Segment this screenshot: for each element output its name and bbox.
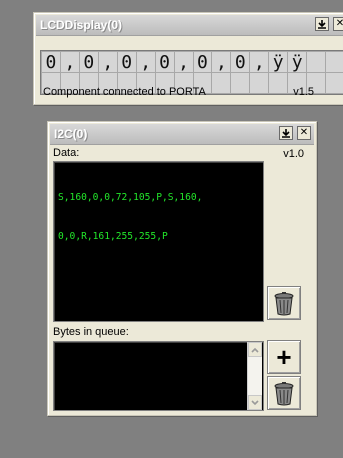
- close-button[interactable]: ✕: [297, 126, 311, 140]
- queue-scrollbar[interactable]: [247, 342, 262, 410]
- lcd-cell: 0: [231, 52, 250, 72]
- pin-arrow-icon: [318, 20, 326, 29]
- lcd-display-window: LCDDisplay(0) ✕ 0,0,0,0,0,0,ÿÿ Component…: [33, 12, 343, 105]
- chevron-up-icon: [251, 347, 259, 353]
- clear-queue-button[interactable]: [267, 376, 301, 410]
- scroll-down-button[interactable]: [248, 395, 262, 410]
- lcd-titlebar[interactable]: LCDDisplay(0) ✕: [36, 15, 343, 36]
- lcd-cell: ,: [212, 52, 231, 72]
- lcd-status: Component connected to PORTA: [43, 86, 206, 98]
- lcd-cell: ,: [174, 52, 193, 72]
- close-button[interactable]: ✕: [333, 17, 343, 31]
- i2c-window-title: I2C(0): [54, 127, 88, 141]
- pin-arrow-icon: [282, 129, 290, 138]
- lcd-cell: ,: [98, 52, 117, 72]
- chevron-down-icon: [251, 400, 259, 406]
- data-terminal[interactable]: S,160,0,0,72,105,P,S,160, 0,0,R,161,255,…: [53, 161, 264, 322]
- lcd-cell: [269, 73, 288, 93]
- plus-icon: +: [276, 342, 292, 372]
- pin-button[interactable]: [315, 17, 329, 31]
- data-label: Data:: [53, 147, 80, 159]
- lcd-cell: [326, 73, 343, 93]
- scroll-up-button[interactable]: [248, 342, 262, 357]
- queue-box[interactable]: [53, 341, 264, 411]
- lcd-cell: ,: [136, 52, 155, 72]
- lcd-cell: 0: [155, 52, 174, 72]
- close-icon: ✕: [299, 127, 309, 138]
- lcd-cell: 0: [42, 52, 60, 72]
- lcd-cell: [307, 52, 326, 72]
- lcd-cell: ,: [250, 52, 269, 72]
- i2c-version: v1.0: [283, 148, 304, 160]
- lcd-cell: [212, 73, 231, 93]
- lcd-cell: 0: [193, 52, 212, 72]
- data-line: S,160,0,0,72,105,P,S,160,: [58, 192, 203, 203]
- lcd-cell: [231, 73, 250, 93]
- lcd-cell: [326, 52, 343, 72]
- close-icon: ✕: [335, 18, 343, 29]
- i2c-titlebar[interactable]: I2C(0) ✕: [50, 124, 314, 145]
- trash-can-icon: [274, 382, 294, 406]
- lcd-cell: ,: [60, 52, 79, 72]
- lcd-cell: ÿ: [269, 52, 288, 72]
- lcd-cell: 0: [117, 52, 136, 72]
- lcd-cell: ÿ: [288, 52, 307, 72]
- clear-data-button[interactable]: [267, 286, 301, 320]
- data-line: 0,0,R,161,255,255,P: [58, 231, 168, 242]
- lcd-cell: 0: [79, 52, 98, 72]
- trash-can-icon: [274, 292, 294, 316]
- lcd-cell: [250, 73, 269, 93]
- lcd-version: v1.5: [293, 86, 314, 98]
- pin-button[interactable]: [279, 126, 293, 140]
- add-byte-button[interactable]: +: [267, 340, 301, 374]
- lcd-window-title: LCDDisplay(0): [40, 18, 123, 32]
- i2c-window: I2C(0) ✕ Data: v1.0 S,160,0,0,72,105,P,S…: [47, 121, 317, 416]
- queue-label: Bytes in queue:: [53, 326, 129, 338]
